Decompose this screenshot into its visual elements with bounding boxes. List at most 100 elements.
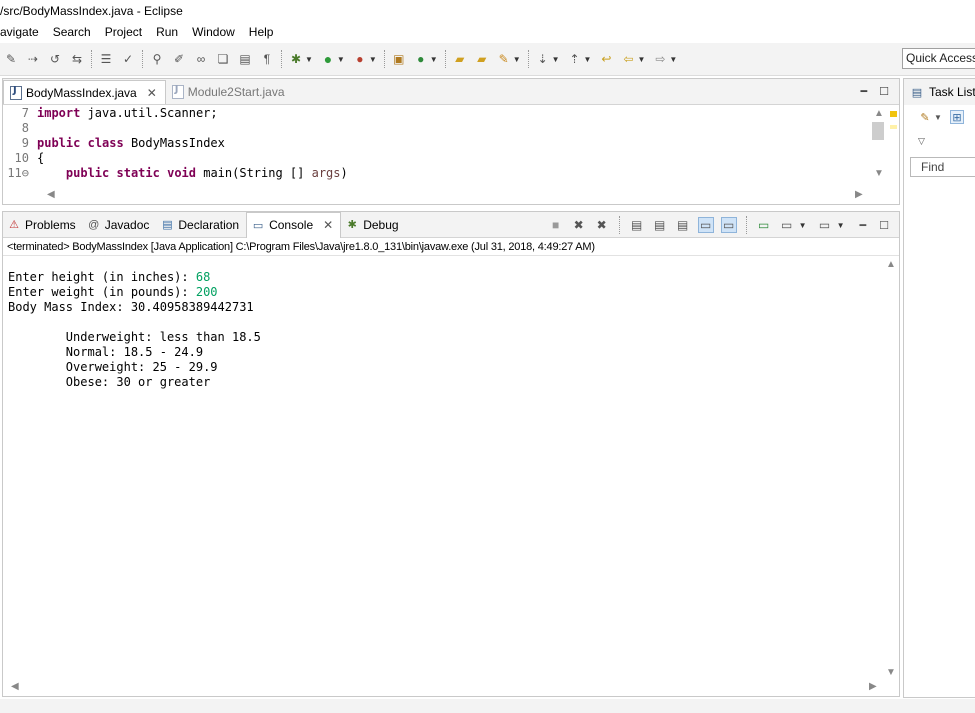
terminate-icon[interactable]: ■: [548, 217, 564, 233]
scroll-thumb[interactable]: [872, 122, 884, 140]
menu-window[interactable]: Window: [185, 22, 242, 43]
scroll-left-icon[interactable]: ◀: [11, 681, 19, 692]
external-tools-icon[interactable]: ●: [352, 51, 368, 67]
chevron-down-icon[interactable]: ▼: [637, 55, 645, 64]
task-list-title: Task List: [929, 85, 975, 99]
view-menu-icon[interactable]: ▽: [918, 136, 925, 147]
breadcrumb-icon[interactable]: ⇆: [69, 51, 85, 67]
toggle-word-wrap-icon[interactable]: ↺: [47, 51, 63, 67]
close-icon[interactable]: ✕: [147, 86, 157, 100]
task-list-header[interactable]: ▤ Task List: [904, 79, 975, 105]
editor-horizontal-scrollbar[interactable]: ◀ ▶: [3, 186, 869, 204]
menu-search[interactable]: Search: [46, 22, 98, 43]
scroll-down-icon[interactable]: ▼: [874, 168, 884, 179]
tab-console[interactable]: ▭ Console ✕: [246, 211, 342, 238]
new-class-icon[interactable]: ●: [413, 51, 429, 67]
scroll-left-icon[interactable]: ◀: [47, 189, 55, 200]
toggle-mark-icon[interactable]: ✎: [3, 51, 19, 67]
chevron-down-icon[interactable]: ▼: [837, 221, 845, 230]
minimize-icon[interactable]: ━: [861, 85, 868, 98]
toggle-block-icon[interactable]: ⇢: [25, 51, 41, 67]
edit-icon[interactable]: ✐: [171, 51, 187, 67]
tab-declaration[interactable]: ▤ Declaration: [156, 213, 246, 237]
pin-icon[interactable]: ⚲: [149, 51, 165, 67]
remove-launch-icon[interactable]: ✖: [571, 217, 587, 233]
open-console-icon[interactable]: ▭: [817, 217, 833, 233]
chevron-down-icon[interactable]: ▼: [552, 55, 560, 64]
scroll-right-icon[interactable]: ▶: [855, 189, 863, 200]
maximize-icon[interactable]: ☐: [879, 85, 889, 98]
previous-annotation-icon[interactable]: ⇡: [567, 51, 583, 67]
tab-javadoc[interactable]: @ Javadoc: [83, 213, 157, 237]
console-vertical-scrollbar[interactable]: ▲ ▼: [883, 257, 897, 682]
scroll-down-icon[interactable]: ▼: [886, 667, 896, 678]
forward-icon[interactable]: ⇨: [652, 51, 668, 67]
code-line[interactable]: 9 public class BodyMassIndex: [3, 136, 869, 151]
chevron-down-icon[interactable]: ▼: [430, 55, 438, 64]
scroll-right-icon[interactable]: ▶: [869, 681, 877, 692]
chevron-down-icon[interactable]: ▼: [337, 55, 345, 64]
format-icon[interactable]: ☰: [98, 51, 114, 67]
code-line[interactable]: 8: [3, 121, 869, 136]
quick-access-input[interactable]: Quick Access: [902, 48, 975, 69]
tab-label: Javadoc: [104, 217, 150, 232]
code-line[interactable]: 7 import java.util.Scanner;: [3, 106, 869, 121]
copy-icon[interactable]: ❏: [215, 51, 231, 67]
pin-console-icon[interactable]: ▭: [756, 217, 772, 233]
code-keyword: static: [116, 166, 160, 180]
search-toolbar-icon[interactable]: ✎: [496, 51, 512, 67]
code-editor[interactable]: 7 import java.util.Scanner; 8 9 public class…: [3, 106, 869, 186]
next-annotation-icon[interactable]: ⇣: [535, 51, 551, 67]
categorize-icon[interactable]: ⊞: [949, 110, 964, 124]
console-horizontal-scrollbar[interactable]: ◀ ▶: [3, 678, 883, 696]
new-task-icon[interactable]: ✎: [918, 110, 932, 124]
chevron-down-icon[interactable]: ▼: [799, 221, 807, 230]
menu-navigate[interactable]: avigate: [0, 22, 46, 43]
tab-problems[interactable]: ⚠ Problems: [3, 213, 83, 237]
scroll-lock-icon[interactable]: ▤: [652, 217, 668, 233]
new-java-project-icon[interactable]: ▣: [391, 51, 407, 67]
editor-vertical-scrollbar[interactable]: ▲ ▼: [869, 106, 887, 186]
menu-help[interactable]: Help: [242, 22, 281, 43]
tab-debug[interactable]: ✱ Debug: [341, 213, 405, 237]
back-icon[interactable]: ⇦: [620, 51, 636, 67]
menu-project[interactable]: Project: [98, 22, 149, 43]
display-console-icon[interactable]: ▭: [779, 217, 795, 233]
chevron-down-icon[interactable]: ▼: [584, 55, 592, 64]
scroll-up-icon[interactable]: ▲: [874, 108, 884, 119]
spelling-icon[interactable]: ✓: [120, 51, 136, 67]
link-icon[interactable]: ∞: [193, 51, 209, 67]
open-task-icon[interactable]: ▰: [474, 51, 490, 67]
chevron-down-icon[interactable]: ▼: [934, 113, 942, 122]
paragraph-icon[interactable]: ¶: [259, 51, 275, 67]
find-input[interactable]: Find: [910, 157, 975, 177]
chevron-down-icon[interactable]: ▼: [305, 55, 313, 64]
debug-toolbar-icon[interactable]: ✱: [288, 51, 304, 67]
scroll-up-icon[interactable]: ▲: [886, 259, 896, 270]
overview-ruler[interactable]: [889, 106, 899, 186]
remove-all-terminated-icon[interactable]: ✖: [594, 217, 610, 233]
show-on-stderr-icon[interactable]: ▭: [720, 217, 737, 233]
minimize-icon[interactable]: ━: [860, 219, 867, 232]
clear-console-icon[interactable]: ▤: [629, 217, 645, 233]
run-icon[interactable]: ●: [320, 51, 336, 67]
last-edit-icon[interactable]: ↩: [598, 51, 614, 67]
show-on-stdout-icon[interactable]: ▭: [697, 217, 714, 233]
tab-bodymassindex[interactable]: BodyMassIndex.java ✕: [3, 80, 166, 104]
maximize-icon[interactable]: ☐: [879, 219, 889, 232]
chevron-down-icon[interactable]: ▼: [369, 55, 377, 64]
console-output[interactable]: Enter height (in inches): 68 Enter weight…: [3, 257, 881, 679]
tab-module2start[interactable]: Module2Start.java: [166, 80, 293, 104]
word-wrap-icon[interactable]: ▤: [675, 217, 691, 233]
document-icon[interactable]: ▤: [237, 51, 253, 67]
chevron-down-icon[interactable]: ▼: [669, 55, 677, 64]
overview-marker[interactable]: [890, 111, 897, 117]
overview-marker[interactable]: [890, 125, 897, 129]
chevron-down-icon[interactable]: ▼: [513, 55, 521, 64]
code-line[interactable]: 10 {: [3, 151, 869, 166]
close-icon[interactable]: ✕: [323, 218, 333, 232]
open-type-icon[interactable]: ▰: [452, 51, 468, 67]
code-line[interactable]: 11⊖ public static void main(String [] ar…: [3, 166, 869, 181]
menu-run[interactable]: Run: [149, 22, 185, 43]
